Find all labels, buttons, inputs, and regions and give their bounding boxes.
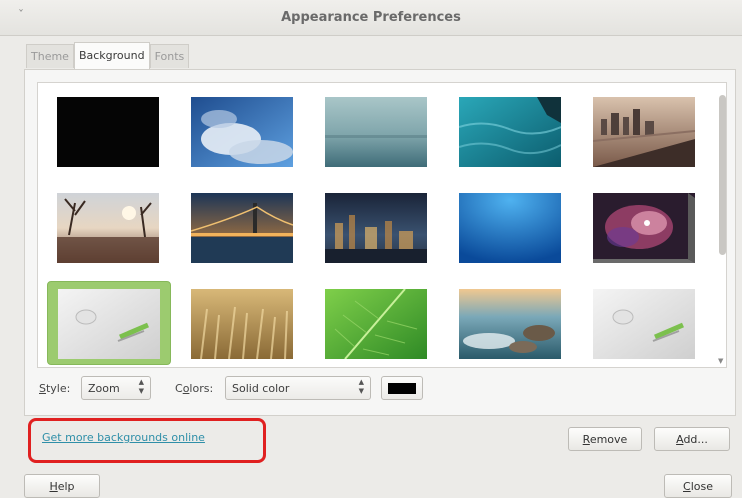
- colors-select[interactable]: Solid color ▲ ▼: [225, 376, 371, 400]
- colors-select-value: Solid color: [232, 382, 290, 395]
- annotation-highlight-box: [28, 418, 266, 463]
- color-swatch: [388, 383, 416, 394]
- add-button[interactable]: Add...: [654, 427, 730, 451]
- wallpaper-thumbnail-misty-sea[interactable]: [325, 97, 427, 167]
- help-button[interactable]: Help: [24, 474, 100, 498]
- wallpaper-thumbnail-green-leaf[interactable]: [325, 288, 427, 360]
- wallpaper-thumbnail-mint-logo-selected[interactable]: [58, 289, 160, 359]
- close-button[interactable]: Close: [664, 474, 732, 498]
- scroll-down-arrow-icon[interactable]: ▼: [718, 357, 723, 365]
- colors-label: Colors:: [175, 382, 214, 395]
- wallpaper-thumbnail-black[interactable]: [57, 97, 159, 167]
- spin-arrows-icon: ▲ ▼: [138, 378, 144, 395]
- wallpaper-thumbnail-sea-rocks[interactable]: [459, 289, 561, 359]
- style-label: Style:: [39, 382, 71, 395]
- wallpaper-gallery[interactable]: ▼: [37, 82, 727, 368]
- wallpaper-thumbnail-wheat[interactable]: [191, 289, 293, 360]
- window-title: Appearance Preferences: [281, 10, 461, 25]
- wallpaper-thumbnail-city-night[interactable]: [325, 193, 427, 263]
- tab-fonts[interactable]: Fonts: [149, 44, 190, 68]
- tab-bar: Theme Background Fonts: [26, 42, 190, 70]
- tab-background[interactable]: Background: [73, 42, 150, 69]
- wallpaper-thumbnail-mint-logo[interactable]: [593, 289, 695, 359]
- spin-arrows-icon: ▲ ▼: [358, 378, 364, 395]
- wallpaper-thumbnail-city-bridge[interactable]: [592, 97, 696, 167]
- remove-button[interactable]: Remove: [568, 427, 642, 451]
- scrollbar-thumb[interactable]: [719, 95, 726, 255]
- color-picker-button[interactable]: [381, 376, 423, 400]
- wallpaper-thumbnail-bridge-dusk[interactable]: [190, 193, 294, 263]
- wallpaper-thumbnail-river-sunset[interactable]: [57, 193, 159, 263]
- wallpaper-thumbnail-sky-clouds[interactable]: [191, 97, 293, 167]
- gallery-scrollbar[interactable]: ▼: [718, 85, 726, 365]
- background-panel: ▼ Style: Zoom ▲ ▼ Colors: Solid color ▲ ▼: [24, 69, 736, 416]
- wallpaper-thumbnail-underwater[interactable]: [459, 193, 561, 263]
- style-select-value: Zoom: [88, 382, 120, 395]
- wallpaper-thumbnail-teal-water[interactable]: [458, 97, 562, 167]
- title-bar: ˇ Appearance Preferences: [0, 0, 742, 36]
- tab-theme[interactable]: Theme: [26, 44, 74, 68]
- wallpaper-thumbnail-nebula[interactable]: [593, 193, 695, 263]
- style-select[interactable]: Zoom ▲ ▼: [81, 376, 151, 400]
